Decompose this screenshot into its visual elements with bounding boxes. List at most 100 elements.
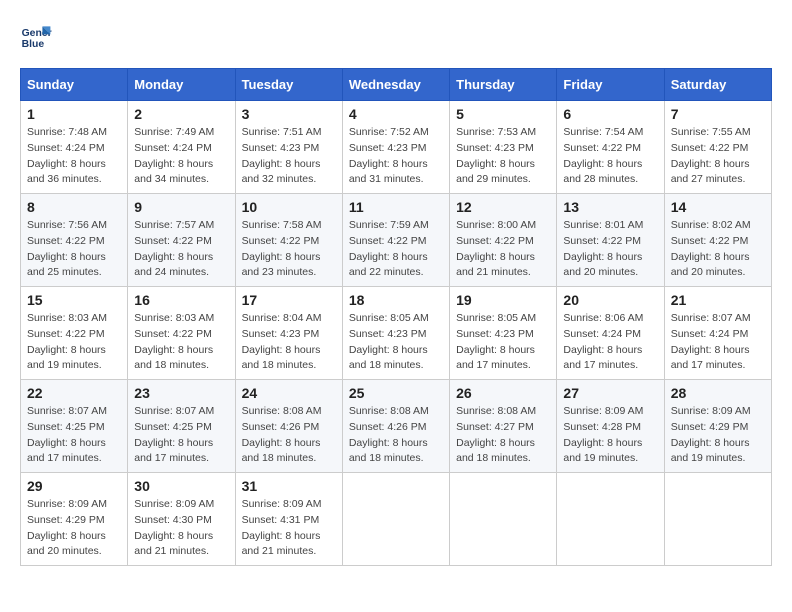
logo: General Blue [20,20,52,52]
day-cell: 17 Sunrise: 8:04 AMSunset: 4:23 PMDayligh… [235,287,342,380]
day-number: 3 [242,106,336,122]
day-info: Sunrise: 8:08 AMSunset: 4:27 PMDaylight:… [456,404,550,467]
day-info: Sunrise: 8:06 AMSunset: 4:24 PMDaylight:… [563,311,657,374]
day-number: 8 [27,199,121,215]
day-cell: 7 Sunrise: 7:55 AMSunset: 4:22 PMDaylight… [664,101,771,194]
day-cell: 3 Sunrise: 7:51 AMSunset: 4:23 PMDaylight… [235,101,342,194]
day-cell: 14Sunrise: 8:02 AMSunset: 4:22 PMDayligh… [664,194,771,287]
day-cell: 25 Sunrise: 8:08 AMSunset: 4:26 PMDayligh… [342,380,449,473]
day-info: Sunrise: 7:49 AMSunset: 4:24 PMDaylight:… [134,125,228,188]
day-cell: 30 Sunrise: 8:09 AMSunset: 4:30 PMDayligh… [128,473,235,566]
day-number: 17 [242,292,336,308]
day-cell: 1Sunrise: 7:48 AMSunset: 4:24 PMDaylight… [21,101,128,194]
day-info: Sunrise: 8:09 AMSunset: 4:29 PMDaylight:… [27,497,121,560]
day-number: 24 [242,385,336,401]
calendar-body: 1Sunrise: 7:48 AMSunset: 4:24 PMDaylight… [21,101,772,566]
day-cell: 12 Sunrise: 8:00 AMSunset: 4:22 PMDayligh… [450,194,557,287]
weekday-saturday: Saturday [664,69,771,101]
day-number: 29 [27,478,121,494]
day-cell: 15 Sunrise: 8:03 AMSunset: 4:22 PMDayligh… [21,287,128,380]
day-number: 22 [27,385,121,401]
day-info: Sunrise: 8:03 AMSunset: 4:22 PMDaylight:… [134,311,228,374]
day-cell: 22 Sunrise: 8:07 AMSunset: 4:25 PMDayligh… [21,380,128,473]
day-info: Sunrise: 8:09 AMSunset: 4:31 PMDaylight:… [242,497,336,560]
weekday-sunday: Sunday [21,69,128,101]
day-number: 18 [349,292,443,308]
weekday-monday: Monday [128,69,235,101]
day-info: Sunrise: 7:52 AMSunset: 4:23 PMDaylight:… [349,125,443,188]
day-cell: 4 Sunrise: 7:52 AMSunset: 4:23 PMDaylight… [342,101,449,194]
day-cell: 2 Sunrise: 7:49 AMSunset: 4:24 PMDaylight… [128,101,235,194]
day-number: 16 [134,292,228,308]
day-info: Sunrise: 8:08 AMSunset: 4:26 PMDaylight:… [349,404,443,467]
day-cell [664,473,771,566]
day-cell [450,473,557,566]
weekday-wednesday: Wednesday [342,69,449,101]
weekday-header: SundayMondayTuesdayWednesdayThursdayFrid… [21,69,772,101]
day-info: Sunrise: 8:01 AMSunset: 4:22 PMDaylight:… [563,218,657,281]
day-cell: 19Sunrise: 8:05 AMSunset: 4:23 PMDayligh… [450,287,557,380]
day-info: Sunrise: 8:02 AMSunset: 4:22 PMDaylight:… [671,218,765,281]
day-cell: 16 Sunrise: 8:03 AMSunset: 4:22 PMDayligh… [128,287,235,380]
day-cell: 31 Sunrise: 8:09 AMSunset: 4:31 PMDayligh… [235,473,342,566]
weekday-friday: Friday [557,69,664,101]
day-info: Sunrise: 7:57 AMSunset: 4:22 PMDaylight:… [134,218,228,281]
day-cell [342,473,449,566]
day-number: 11 [349,199,443,215]
day-cell: 10Sunrise: 7:58 AMSunset: 4:22 PMDayligh… [235,194,342,287]
day-number: 13 [563,199,657,215]
day-number: 6 [563,106,657,122]
svg-text:Blue: Blue [22,39,45,50]
day-number: 15 [27,292,121,308]
day-cell: 24 Sunrise: 8:08 AMSunset: 4:26 PMDayligh… [235,380,342,473]
day-info: Sunrise: 8:07 AMSunset: 4:25 PMDaylight:… [27,404,121,467]
day-cell [557,473,664,566]
day-number: 7 [671,106,765,122]
day-number: 25 [349,385,443,401]
day-info: Sunrise: 8:05 AMSunset: 4:23 PMDaylight:… [349,311,443,374]
day-cell: 18 Sunrise: 8:05 AMSunset: 4:23 PMDayligh… [342,287,449,380]
day-info: Sunrise: 7:53 AMSunset: 4:23 PMDaylight:… [456,125,550,188]
day-info: Sunrise: 8:09 AMSunset: 4:30 PMDaylight:… [134,497,228,560]
day-number: 30 [134,478,228,494]
week-row-1: 1Sunrise: 7:48 AMSunset: 4:24 PMDaylight… [21,101,772,194]
logo-icon: General Blue [20,20,52,52]
week-row-5: 29 Sunrise: 8:09 AMSunset: 4:29 PMDayligh… [21,473,772,566]
day-number: 9 [134,199,228,215]
day-number: 21 [671,292,765,308]
day-info: Sunrise: 7:51 AMSunset: 4:23 PMDaylight:… [242,125,336,188]
header: General Blue [20,20,772,52]
day-info: Sunrise: 8:09 AMSunset: 4:28 PMDaylight:… [563,404,657,467]
day-number: 27 [563,385,657,401]
day-info: Sunrise: 8:03 AMSunset: 4:22 PMDaylight:… [27,311,121,374]
day-info: Sunrise: 8:00 AMSunset: 4:22 PMDaylight:… [456,218,550,281]
calendar: SundayMondayTuesdayWednesdayThursdayFrid… [20,68,772,566]
day-number: 2 [134,106,228,122]
day-info: Sunrise: 8:07 AMSunset: 4:25 PMDaylight:… [134,404,228,467]
day-number: 28 [671,385,765,401]
day-info: Sunrise: 8:09 AMSunset: 4:29 PMDaylight:… [671,404,765,467]
day-cell: 11Sunrise: 7:59 AMSunset: 4:22 PMDayligh… [342,194,449,287]
day-cell: 21Sunrise: 8:07 AMSunset: 4:24 PMDayligh… [664,287,771,380]
day-number: 4 [349,106,443,122]
day-info: Sunrise: 7:55 AMSunset: 4:22 PMDaylight:… [671,125,765,188]
day-cell: 8 Sunrise: 7:56 AMSunset: 4:22 PMDaylight… [21,194,128,287]
day-info: Sunrise: 8:04 AMSunset: 4:23 PMDaylight:… [242,311,336,374]
day-cell: 23 Sunrise: 8:07 AMSunset: 4:25 PMDayligh… [128,380,235,473]
day-cell: 29 Sunrise: 8:09 AMSunset: 4:29 PMDayligh… [21,473,128,566]
day-cell: 5 Sunrise: 7:53 AMSunset: 4:23 PMDaylight… [450,101,557,194]
day-cell: 26Sunrise: 8:08 AMSunset: 4:27 PMDayligh… [450,380,557,473]
day-info: Sunrise: 8:08 AMSunset: 4:26 PMDaylight:… [242,404,336,467]
day-number: 5 [456,106,550,122]
day-number: 12 [456,199,550,215]
weekday-thursday: Thursday [450,69,557,101]
week-row-2: 8 Sunrise: 7:56 AMSunset: 4:22 PMDaylight… [21,194,772,287]
day-info: Sunrise: 7:56 AMSunset: 4:22 PMDaylight:… [27,218,121,281]
day-number: 31 [242,478,336,494]
day-cell: 9 Sunrise: 7:57 AMSunset: 4:22 PMDaylight… [128,194,235,287]
day-number: 1 [27,106,121,122]
day-cell: 6Sunrise: 7:54 AMSunset: 4:22 PMDaylight… [557,101,664,194]
day-number: 20 [563,292,657,308]
day-number: 23 [134,385,228,401]
day-number: 10 [242,199,336,215]
